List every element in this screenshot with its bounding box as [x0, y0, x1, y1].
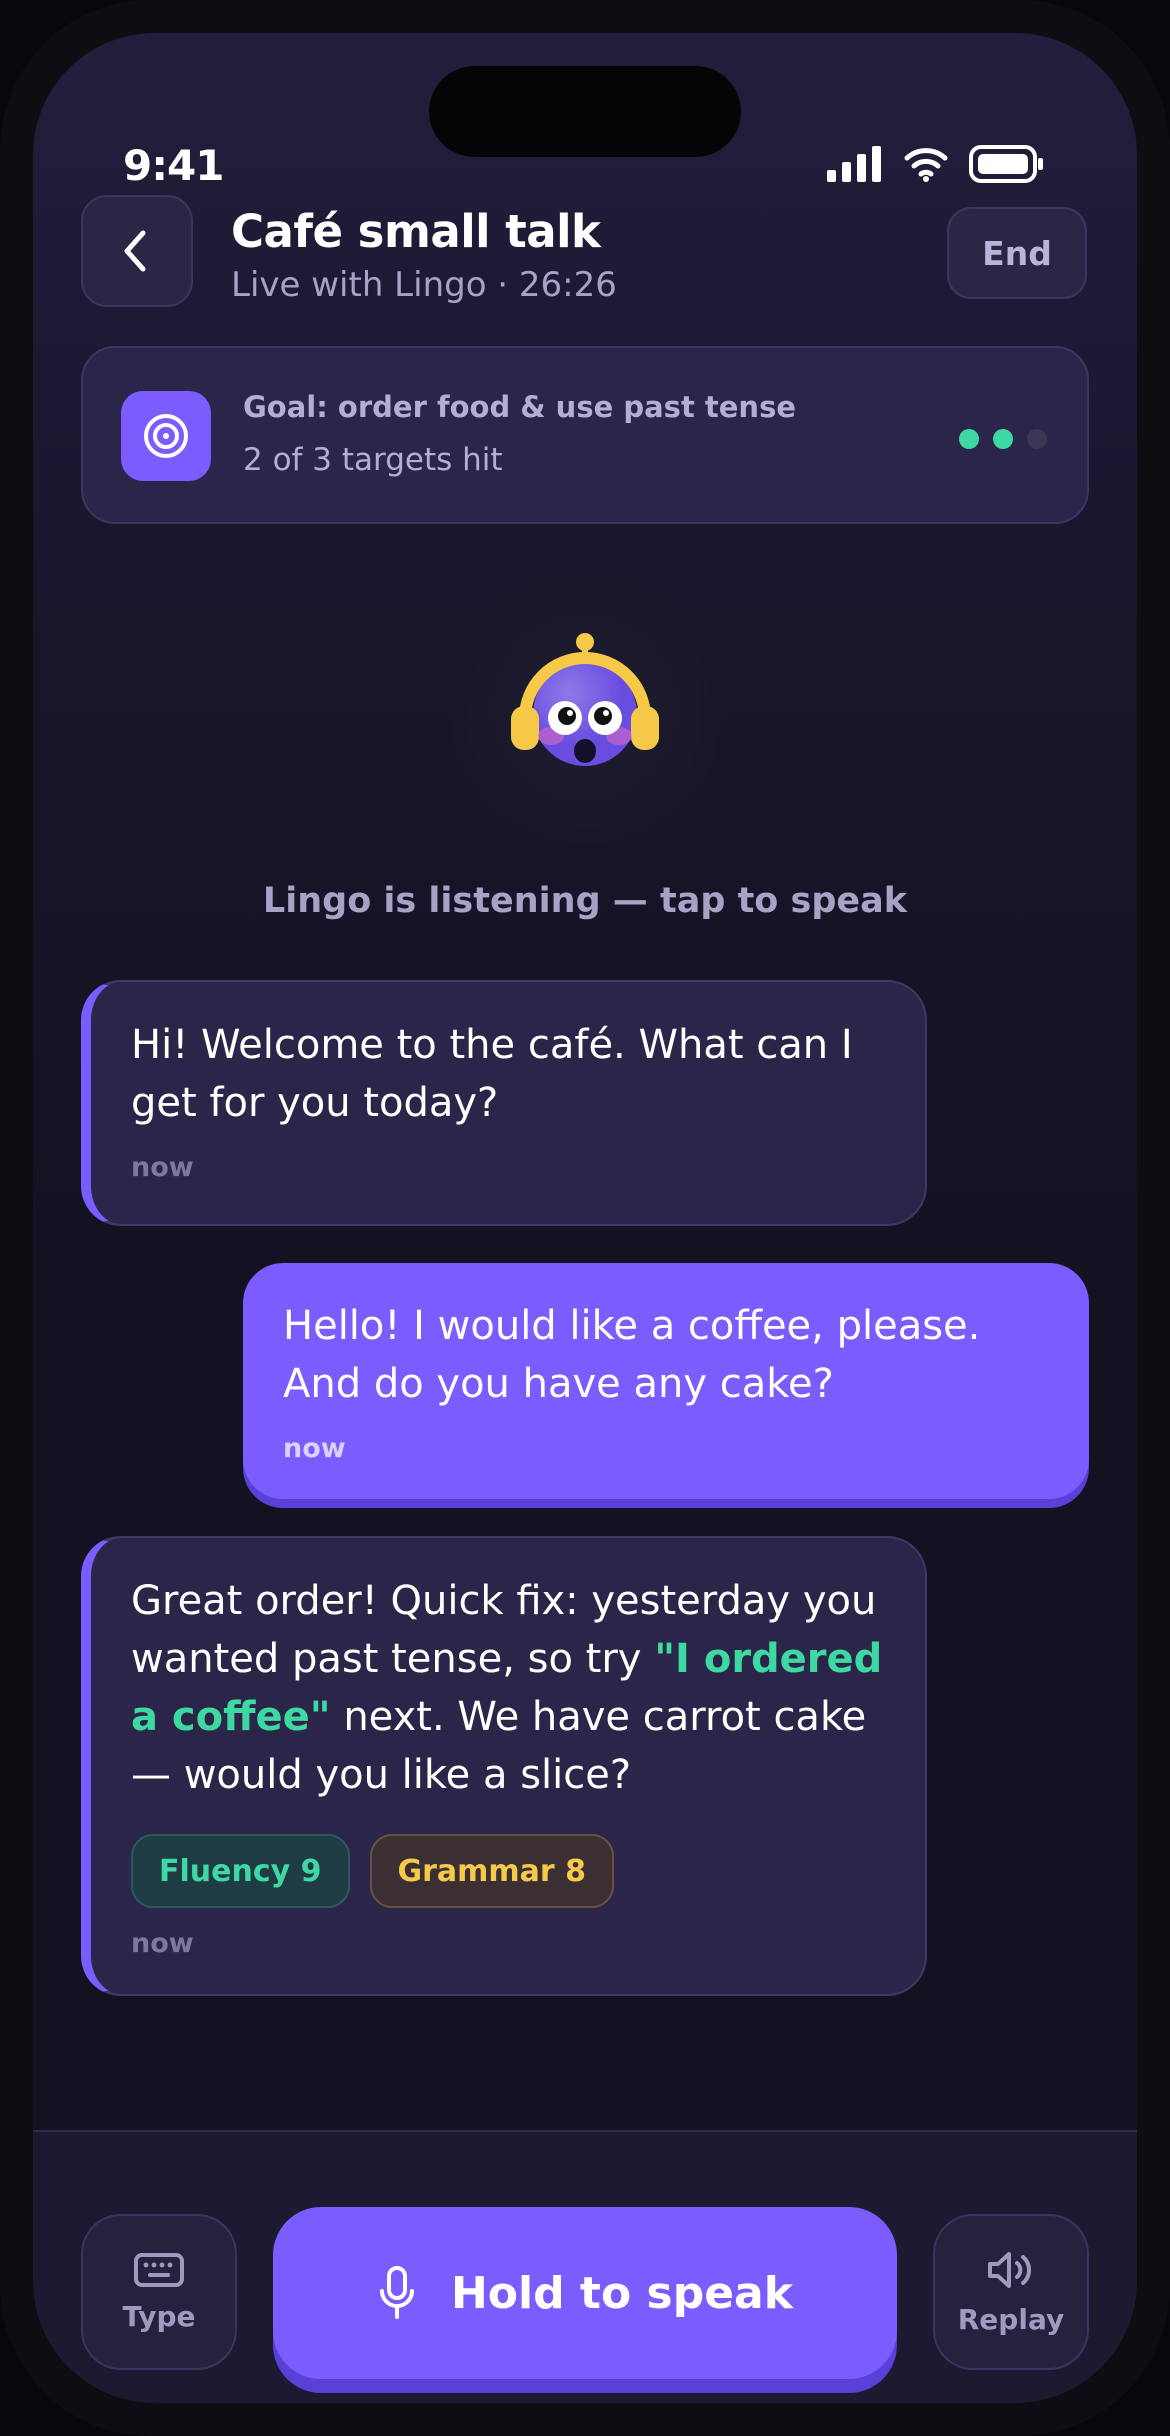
message-bubble-user: Hello! I would like a coffee, please. An…: [243, 1263, 1089, 1499]
target-icon: [121, 391, 211, 481]
back-chevron-icon: [124, 230, 146, 272]
status-icons: [827, 145, 1045, 183]
message-time: now: [131, 1928, 194, 1959]
message-text: Hello! I would like a coffee, please. An…: [283, 1303, 981, 1407]
signal-icon: [827, 146, 881, 182]
lingo-mascot-avatar: [511, 633, 659, 766]
phone-frame: 9:41 Café small talk Live with Lingo · 2…: [0, 0, 1170, 2436]
type-button[interactable]: Type: [81, 2214, 237, 2370]
goal-card: Goal: order food & use past tense 2 of 3…: [81, 346, 1089, 524]
replay-button[interactable]: Replay: [933, 2214, 1089, 2370]
end-button[interactable]: End: [947, 207, 1087, 299]
goal-progress-text: 2 of 3 targets hit: [243, 442, 503, 478]
progress-dot: [1027, 429, 1047, 449]
goal-title: Goal: order food & use past tense: [243, 390, 797, 424]
score-chips: Fluency 9 Grammar 8: [131, 1834, 885, 1908]
screen: 9:41 Café small talk Live with Lingo · 2…: [33, 33, 1137, 2403]
microphone-icon: [379, 2266, 414, 2319]
message-text: Hi! Welcome to the café. What can I get …: [131, 1022, 853, 1126]
speaker-icon: [988, 2251, 1031, 2288]
session-subtitle: Live with Lingo · 26:26: [231, 265, 617, 305]
type-label: Type: [122, 2299, 196, 2333]
keyboard-icon: [134, 2252, 184, 2287]
battery-icon: [969, 145, 1043, 183]
progress-dot: [993, 429, 1013, 449]
listening-status: Lingo is listening — tap to speak: [262, 881, 908, 921]
replay-label: Replay: [957, 2302, 1065, 2336]
progress-dot: [959, 429, 979, 449]
message-bubble-lingo: Hi! Welcome to the café. What can I get …: [81, 980, 927, 1226]
bottom-action-bar: Type Hold to speak Replay: [33, 2130, 1137, 2403]
wifi-icon: [904, 148, 948, 182]
fluency-score-chip: Fluency 9: [131, 1834, 350, 1908]
message-text: Great order! Quick fix: yesterday you wa…: [131, 1572, 885, 1804]
dynamic-island: [429, 66, 741, 157]
page-title: Café small talk: [231, 205, 601, 258]
back-button[interactable]: [81, 195, 193, 307]
status-time: 9:41: [123, 141, 224, 190]
goal-progress-dots: [959, 429, 1047, 449]
message-time: now: [131, 1152, 194, 1183]
message-bubble-lingo-feedback: Great order! Quick fix: yesterday you wa…: [81, 1536, 927, 1996]
hold-to-speak-button[interactable]: Hold to speak: [273, 2207, 897, 2379]
grammar-score-chip: Grammar 8: [369, 1834, 615, 1908]
hold-to-speak-label: Hold to speak: [450, 2267, 793, 2319]
message-time: now: [283, 1433, 346, 1464]
